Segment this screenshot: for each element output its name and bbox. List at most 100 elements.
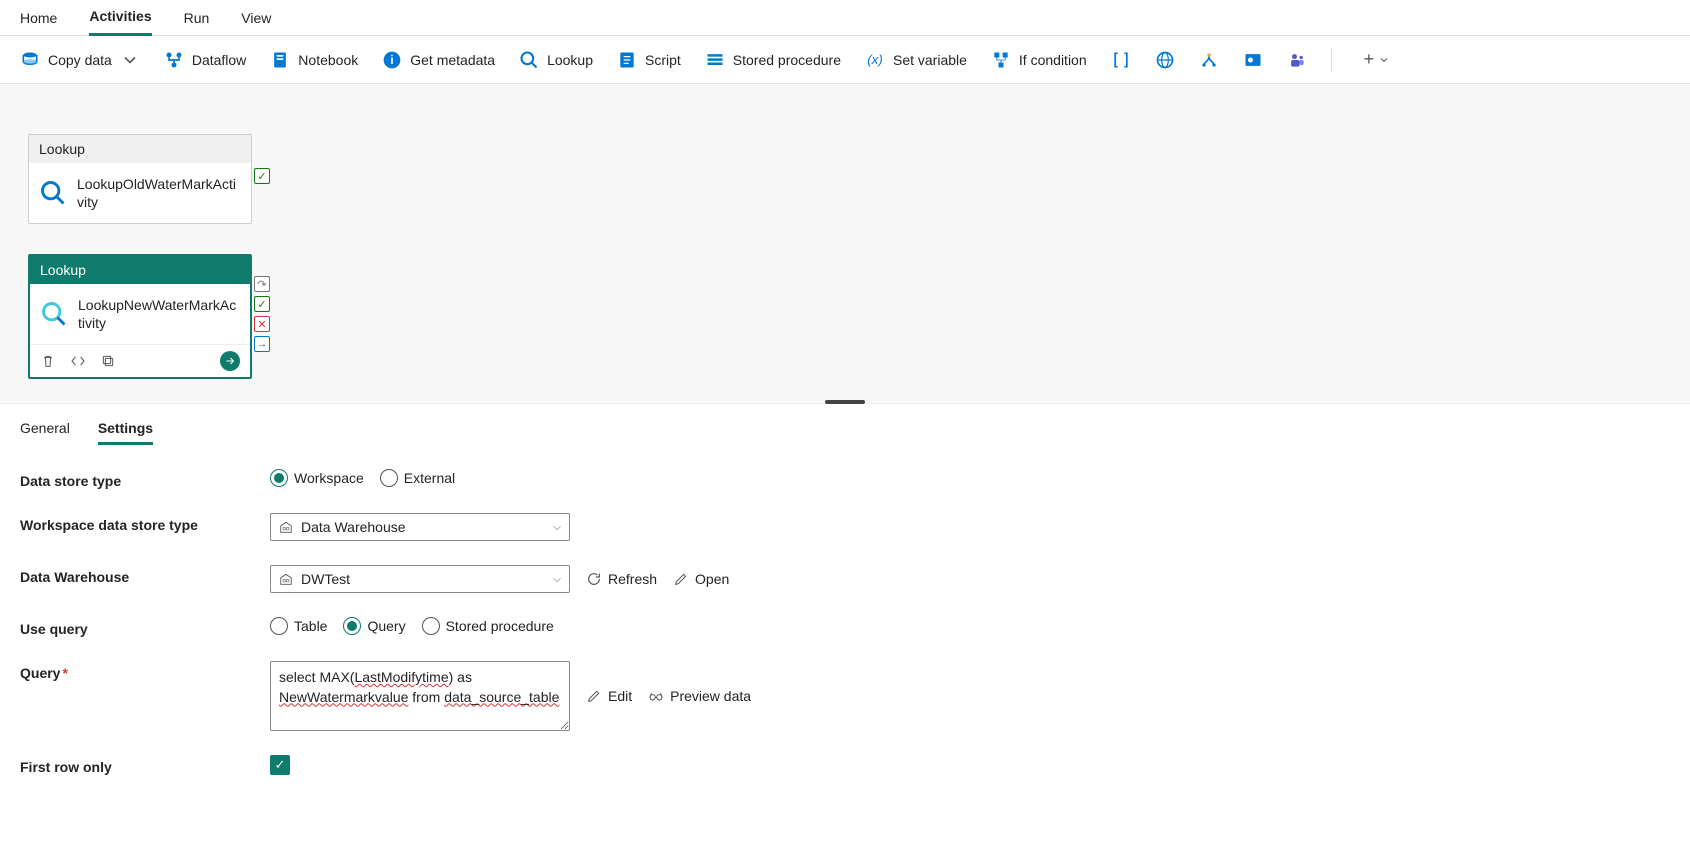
connector-completion[interactable]: ↷ (254, 276, 270, 292)
node2-connectors: ↷ ✓ ✕ → (254, 276, 270, 352)
radio-external-label: External (404, 470, 455, 486)
radio-table[interactable]: Table (270, 617, 327, 635)
activity-name: LookupNewWaterMarkActivity (78, 296, 240, 332)
toolbar-separator (1331, 48, 1332, 72)
tab-run[interactable]: Run (184, 0, 210, 36)
data-warehouse-value: DWTest (301, 571, 350, 587)
edit-label: Edit (608, 688, 632, 704)
warehouse-icon (279, 572, 293, 586)
data-store-type-label: Data store type (20, 469, 270, 489)
script-label: Script (645, 52, 681, 68)
connector-success[interactable]: ✓ (254, 296, 270, 312)
ws-data-store-type-value: Data Warehouse (301, 519, 406, 535)
activity-lookup-old-watermark[interactable]: Lookup LookupOldWaterMarkActivity (28, 134, 252, 224)
tab-home[interactable]: Home (20, 0, 57, 36)
search-icon (40, 300, 68, 328)
panel-resize-handle[interactable] (825, 400, 865, 404)
first-row-only-checkbox[interactable]: ✓ (270, 755, 290, 775)
radio-external[interactable]: External (380, 469, 455, 487)
glasses-icon (648, 688, 664, 704)
ws-data-store-type-label: Workspace data store type (20, 513, 270, 533)
if-condition-label: If condition (1019, 52, 1087, 68)
radio-stored-proc[interactable]: Stored procedure (422, 617, 554, 635)
code-icon[interactable] (70, 353, 86, 369)
script-button[interactable]: Script (617, 50, 681, 70)
svg-text:i: i (391, 54, 394, 67)
search-icon (39, 179, 67, 207)
data-warehouse-select[interactable]: DWTest ⌵ (270, 565, 570, 593)
refresh-label: Refresh (608, 571, 657, 587)
activity-type-label: Lookup (30, 256, 250, 284)
notebook-icon (270, 50, 290, 70)
stored-proc-label: Stored procedure (733, 52, 841, 68)
preview-data-button[interactable]: Preview data (648, 688, 751, 704)
tab-settings[interactable]: Settings (98, 414, 153, 445)
stored-proc-button[interactable]: Stored procedure (705, 50, 841, 70)
outlook-button[interactable] (1243, 50, 1263, 70)
tab-view[interactable]: View (241, 0, 271, 36)
ws-data-store-type-select[interactable]: Data Warehouse ⌵ (270, 513, 570, 541)
connector-failure[interactable]: ✕ (254, 316, 270, 332)
node1-connectors: ✓ (254, 168, 270, 184)
chevron-down-icon (1378, 54, 1390, 66)
query-textarea[interactable]: select MAX(LastModifytime) as NewWaterma… (270, 661, 570, 731)
copy-icon[interactable] (100, 353, 116, 369)
activities-toolbar: Copy data Dataflow Notebook i Get metada… (0, 36, 1690, 84)
radio-workspace[interactable]: Workspace (270, 469, 364, 487)
preview-data-label: Preview data (670, 688, 751, 704)
top-tabs: Home Activities Run View (0, 0, 1690, 36)
trash-icon[interactable] (40, 353, 56, 369)
webhook-button[interactable] (1199, 50, 1219, 70)
branch-icon (164, 50, 184, 70)
connector-skip[interactable]: → (254, 336, 270, 352)
list-icon (705, 50, 725, 70)
open-label: Open (695, 571, 729, 587)
activity-type-label: Lookup (29, 135, 251, 163)
set-variable-button[interactable]: (x) Set variable (865, 50, 967, 70)
notebook-button[interactable]: Notebook (270, 50, 358, 70)
chevron-down-icon: ⌵ (553, 574, 561, 585)
radio-circle-icon (270, 617, 288, 635)
data-warehouse-label: Data Warehouse (20, 565, 270, 585)
copy-data-label: Copy data (48, 52, 112, 68)
get-metadata-button[interactable]: i Get metadata (382, 50, 495, 70)
refresh-button[interactable]: Refresh (586, 571, 657, 587)
tab-activities[interactable]: Activities (89, 0, 151, 36)
use-query-label: Use query (20, 617, 270, 637)
connector-success[interactable]: ✓ (254, 168, 270, 184)
edit-button[interactable]: Edit (586, 688, 632, 704)
condition-icon (991, 50, 1011, 70)
if-condition-button[interactable]: If condition (991, 50, 1087, 70)
database-icon (20, 50, 40, 70)
warehouse-icon (279, 520, 293, 534)
svg-text:(x): (x) (867, 52, 883, 67)
set-variable-label: Set variable (893, 52, 967, 68)
radio-query[interactable]: Query (343, 617, 405, 635)
pipeline-canvas[interactable]: Lookup LookupOldWaterMarkActivity ✓ Look… (0, 84, 1690, 404)
radio-workspace-label: Workspace (294, 470, 364, 486)
outlook-icon (1243, 50, 1263, 70)
open-button[interactable]: Open (673, 571, 729, 587)
tab-general[interactable]: General (20, 414, 70, 445)
teams-button[interactable] (1287, 50, 1307, 70)
pencil-icon (673, 571, 689, 587)
query-label: Query* (20, 661, 270, 681)
web-button[interactable] (1155, 50, 1175, 70)
dataflow-button[interactable]: Dataflow (164, 50, 246, 70)
copy-data-button[interactable]: Copy data (20, 50, 140, 70)
settings-panel: Data store type Workspace External Works… (0, 445, 1690, 823)
radio-table-label: Table (294, 618, 327, 634)
brackets-button[interactable] (1111, 50, 1131, 70)
run-button[interactable] (220, 351, 240, 371)
globe-icon (1155, 50, 1175, 70)
get-metadata-label: Get metadata (410, 52, 495, 68)
pencil-icon (586, 688, 602, 704)
plus-icon: + (1364, 49, 1375, 70)
add-activity-button[interactable]: + (1356, 49, 1399, 70)
activity-lookup-new-watermark[interactable]: Lookup LookupNewWaterMarkActivity (28, 254, 252, 379)
variable-icon: (x) (865, 50, 885, 70)
brackets-icon (1111, 50, 1131, 70)
property-tabs: General Settings (0, 404, 1690, 445)
refresh-icon (586, 571, 602, 587)
lookup-button[interactable]: Lookup (519, 50, 593, 70)
